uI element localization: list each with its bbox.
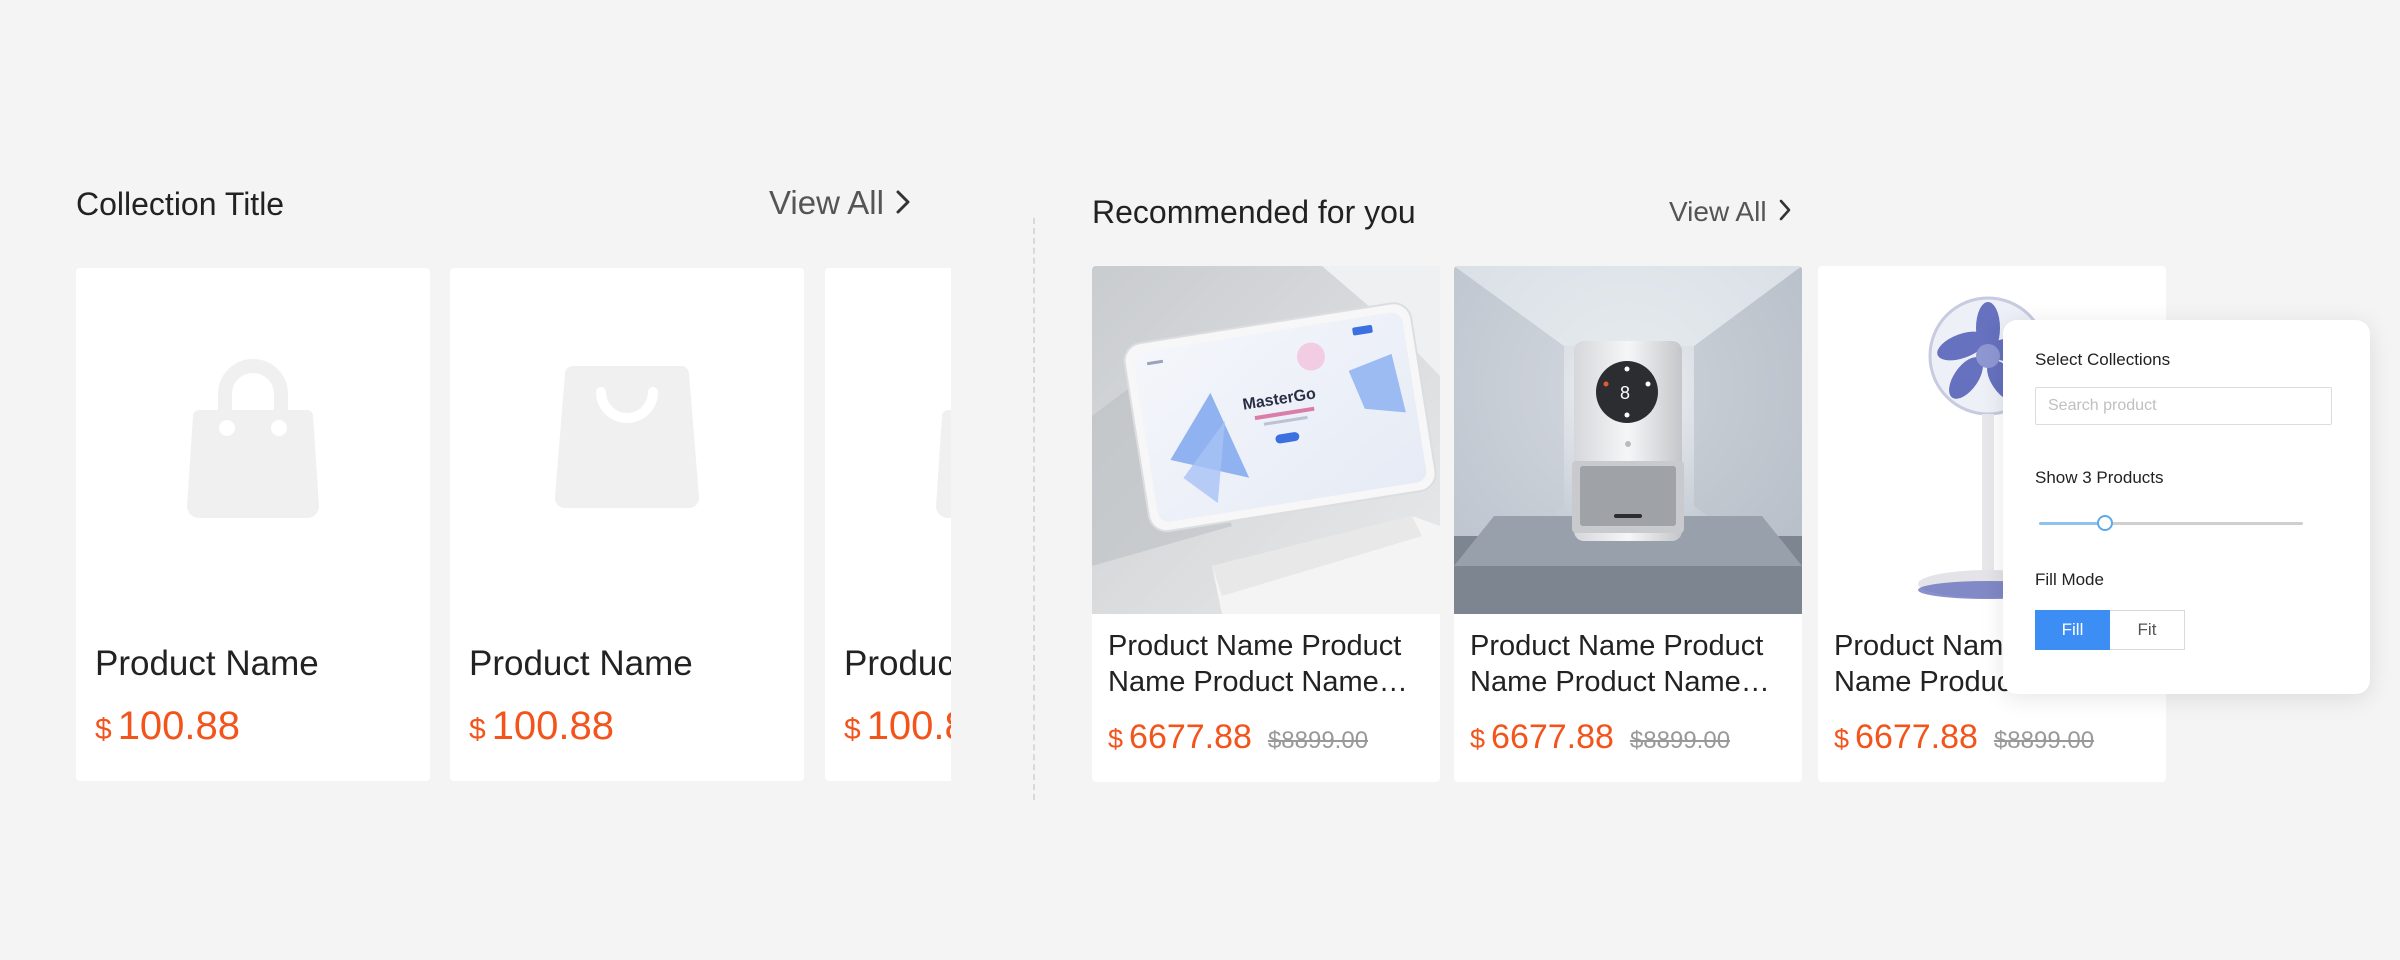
slider-fill xyxy=(2039,522,2105,525)
product-card[interactable]: Product Name $ 100.88 xyxy=(825,268,951,781)
chevron-right-icon xyxy=(896,184,910,222)
collection-settings-panel: Select Collections Show 3 Products Fill … xyxy=(2003,320,2370,694)
price-value: 6677.88 xyxy=(1491,718,1614,756)
product-image-placeholder xyxy=(825,268,951,608)
product-card[interactable]: Product Name $ 100.88 xyxy=(76,268,430,781)
price-value: 6677.88 xyxy=(1129,718,1252,756)
chevron-right-icon xyxy=(1779,196,1791,228)
product-name: Product Name Product Name Product Name P… xyxy=(1470,630,1764,698)
recommended-view-all-link[interactable]: View All xyxy=(1669,196,1791,228)
slider-thumb[interactable] xyxy=(2097,515,2113,531)
recommended-product-card[interactable]: 8 Product Name Product Name Product Name… xyxy=(1454,266,1802,782)
recommended-product-card[interactable]: MasterGo Product Name Product Name Produ… xyxy=(1092,266,1440,782)
search-product-input[interactable] xyxy=(2035,387,2332,425)
product-price: $ 6677.88 $8899.00 xyxy=(1834,718,2094,757)
product-price: $ 100.88 xyxy=(844,704,951,749)
product-price: $ 100.88 xyxy=(469,704,614,749)
product-name: Product Name xyxy=(469,644,693,683)
original-price: $8899.00 xyxy=(1267,727,1369,754)
select-collections-label: Select Collections xyxy=(2035,350,2171,369)
currency-symbol: $ xyxy=(1108,724,1124,754)
bag-icon xyxy=(185,352,321,525)
tablet-photo: MasterGo xyxy=(1092,266,1440,614)
product-image-placeholder xyxy=(76,268,430,608)
product-name: Product Name xyxy=(95,644,319,683)
fill-mode-toggle: Fill Fit xyxy=(2035,610,2185,650)
price-value: 100.88 xyxy=(866,704,951,748)
currency-symbol: $ xyxy=(1834,724,1850,754)
recommended-title: Recommended for you xyxy=(1092,194,1416,230)
currency-symbol: $ xyxy=(844,713,861,746)
svg-text:8: 8 xyxy=(1620,383,1630,403)
fill-mode-fill-button[interactable]: Fill xyxy=(2035,610,2110,650)
fill-mode-fit-button[interactable]: Fit xyxy=(2110,610,2185,650)
view-all-label: View All xyxy=(769,184,884,221)
original-price: $8899.00 xyxy=(1629,727,1731,754)
product-price: $ 100.88 xyxy=(95,704,240,749)
show-products-label: Show 3 Products xyxy=(2035,468,2164,487)
appliance-photo: 8 xyxy=(1454,266,1802,614)
collection-carousel: Product Name $ 100.88 Product Name $ 100… xyxy=(76,268,951,781)
price-value: 100.88 xyxy=(491,704,615,748)
currency-symbol: $ xyxy=(469,713,486,746)
currency-symbol: $ xyxy=(95,713,112,746)
collection-view-all-link[interactable]: View All xyxy=(769,184,910,222)
product-price: $ 6677.88 $8899.00 xyxy=(1108,718,1368,757)
collection-title: Collection Title xyxy=(76,186,285,222)
fill-mode-label: Fill Mode xyxy=(2035,570,2104,589)
view-all-label: View All xyxy=(1669,196,1767,227)
product-image-placeholder xyxy=(450,268,804,608)
product-name: Product Name Product Name Product Name P… xyxy=(1108,630,1402,698)
bag-icon xyxy=(934,352,951,525)
price-value: 100.88 xyxy=(117,704,241,748)
product-name: Product Name xyxy=(844,644,951,683)
shopping-bag-icon xyxy=(554,364,700,513)
product-price: $ 6677.88 $8899.00 xyxy=(1470,718,1730,757)
currency-symbol: $ xyxy=(1470,724,1486,754)
section-divider xyxy=(1033,218,1035,800)
product-count-slider[interactable] xyxy=(2039,515,2303,531)
original-price: $8899.00 xyxy=(1993,727,2095,754)
product-card[interactable]: Product Name $ 100.88 xyxy=(450,268,804,781)
price-value: 6677.88 xyxy=(1855,718,1978,756)
